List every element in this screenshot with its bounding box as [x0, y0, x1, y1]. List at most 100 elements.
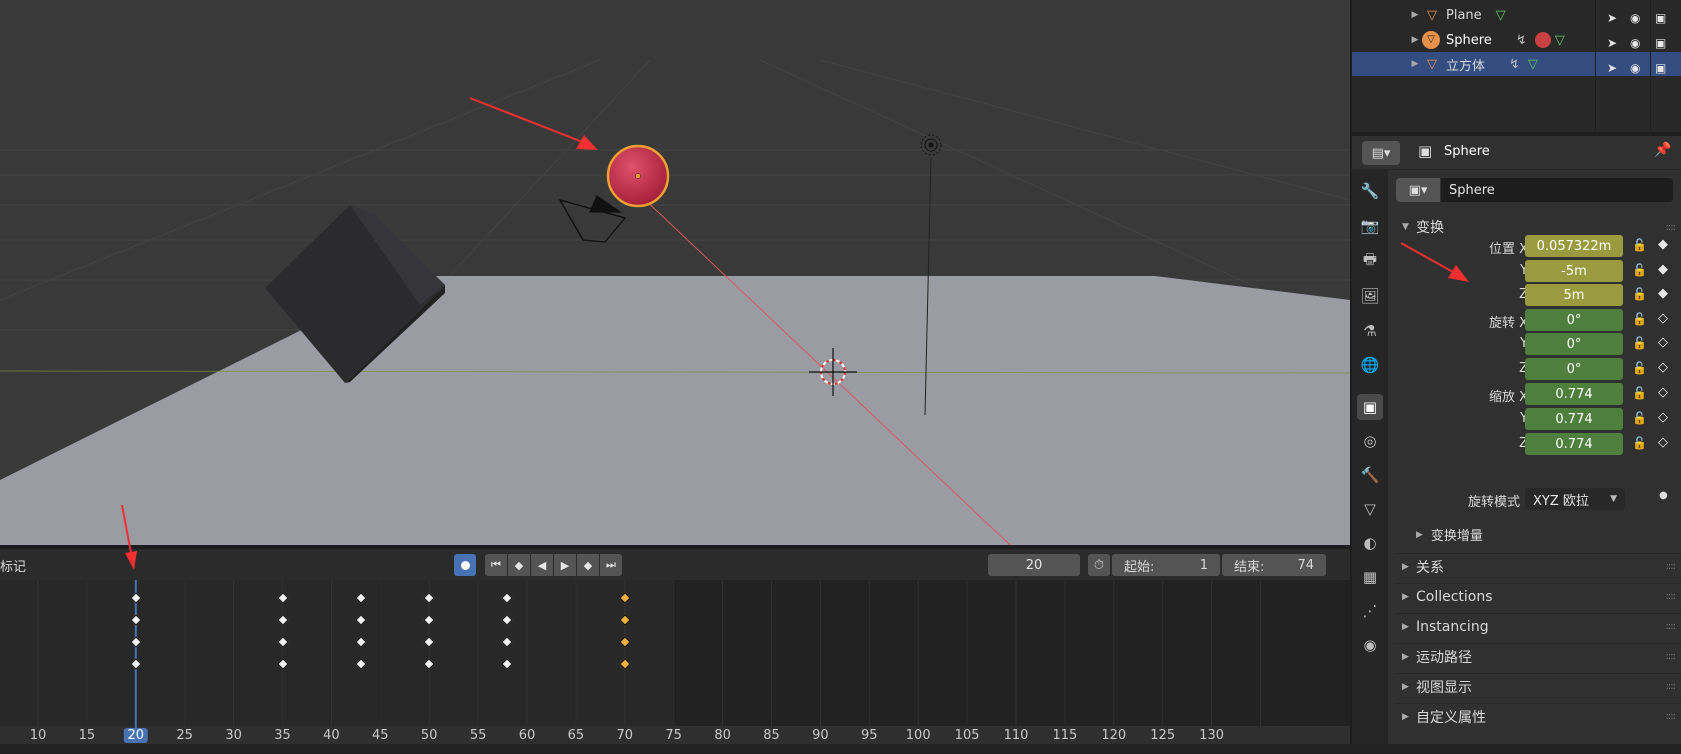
current-frame-field[interactable]: 20	[988, 554, 1080, 576]
timeline-editor[interactable]: 10 15 20 25 30 35 40 45 50 55 60 65 70 75 80 85 90 95 100 1…	[0, 580, 1350, 744]
lock-icon[interactable]: 🔓	[1632, 287, 1647, 301]
tab-modifiers[interactable]: 🔨	[1357, 462, 1383, 488]
keyframe-empty-icon[interactable]: ◇	[1658, 360, 1668, 375]
tab-tool[interactable]: 🔧	[1357, 178, 1383, 204]
drag-grip-icon[interactable]: ::::	[1666, 681, 1677, 692]
eye-icon[interactable]: ◉	[1630, 31, 1640, 56]
keyframe-empty-icon[interactable]: ◇	[1658, 335, 1668, 350]
camera-render-icon[interactable]: ▣	[1655, 31, 1666, 56]
expand-icon[interactable]: ▶	[1408, 10, 1422, 20]
auto-keying-button[interactable]	[454, 554, 476, 576]
tab-mesh-data[interactable]: ▽	[1357, 496, 1383, 522]
location-y-field[interactable]: -5m	[1525, 260, 1623, 282]
lock-icon[interactable]: 🔓	[1632, 263, 1647, 277]
tab-render[interactable]: 📷	[1357, 213, 1383, 239]
object-icon: ▣	[1418, 142, 1433, 160]
collapsed-panel-header[interactable]: ▶ Instancing::::	[1396, 613, 1681, 639]
editor-type-dropdown[interactable]: ▤▾	[1362, 141, 1400, 165]
drag-grip-icon[interactable]: ::::	[1666, 711, 1677, 722]
cursor-arrow-icon[interactable]: ➤	[1607, 6, 1617, 31]
keyframe-empty-icon[interactable]: ◇	[1658, 435, 1668, 450]
rotation-mode-dropdown[interactable]: XYZ 欧拉 ▼	[1525, 488, 1625, 510]
expand-icon[interactable]: ▶	[1408, 35, 1422, 45]
tab-material[interactable]: ◐	[1357, 530, 1383, 556]
tab-physics-constraints[interactable]: ◎	[1357, 428, 1383, 454]
location-x-field[interactable]: 0.057322m	[1525, 235, 1623, 257]
prev-keyframe-button[interactable]: ◆	[508, 554, 530, 576]
rotation-x-label: 旋转 X	[1488, 316, 1528, 331]
drag-grip-icon[interactable]: ::::	[1666, 651, 1677, 662]
frame-number: 60	[518, 728, 536, 743]
tab-object[interactable]: ▣	[1357, 394, 1383, 420]
drag-grip-icon[interactable]: ::::	[1666, 621, 1677, 632]
jump-end-icon: ⏭	[606, 558, 616, 571]
cursor-arrow-icon[interactable]: ➤	[1607, 31, 1617, 56]
lock-icon[interactable]: 🔓	[1632, 361, 1647, 375]
drag-grip-icon[interactable]: ::::	[1666, 561, 1677, 572]
tab-world[interactable]: 🌐	[1357, 352, 1383, 378]
eye-icon[interactable]: ◉	[1630, 56, 1640, 81]
outliner-item-label: 立方体	[1446, 58, 1486, 74]
pin-icon[interactable]: 📌	[1654, 142, 1671, 158]
preview-range-button[interactable]: ⏱	[1088, 554, 1110, 576]
drag-grip-icon[interactable]: ::::	[1666, 591, 1677, 602]
start-frame-field[interactable]: 起始: 1	[1112, 554, 1220, 576]
tab-particles[interactable]: ⋰	[1357, 598, 1383, 624]
jump-end-button[interactable]: ⏭	[600, 554, 622, 576]
tab-view-layer[interactable]: 🖼	[1357, 283, 1383, 309]
tab-scene[interactable]: ⚗	[1357, 318, 1383, 344]
play-button[interactable]: ▶	[554, 554, 576, 576]
lock-icon[interactable]: 🔓	[1632, 312, 1647, 326]
object-type-dropdown[interactable]: ▣▾	[1396, 178, 1440, 202]
render-toggles[interactable]: ▣ ▣ ▣	[1655, 6, 1666, 81]
tab-physics[interactable]: ◉	[1357, 632, 1383, 658]
lock-icon[interactable]: 🔓	[1632, 436, 1647, 450]
keyframe-set-icon[interactable]: ◆	[1658, 237, 1668, 252]
expand-icon: ▶	[1402, 651, 1409, 662]
play-reverse-button[interactable]: ◀	[531, 554, 553, 576]
collapsed-panel-header[interactable]: ▶ 自定义属性::::	[1396, 703, 1681, 729]
tab-texture[interactable]: ▦	[1357, 564, 1383, 590]
location-z-field[interactable]: 5m	[1525, 284, 1623, 306]
start-label: 起始:	[1124, 559, 1155, 575]
keyframe-empty-icon[interactable]: ◇	[1658, 311, 1668, 326]
3d-viewport[interactable]	[0, 0, 1350, 545]
collapsed-panel-header[interactable]: ▶ 视图显示::::	[1396, 673, 1681, 699]
rotation-y-label: Y	[1432, 336, 1528, 351]
selectable-toggles[interactable]: ➤ ➤ ➤	[1607, 6, 1617, 81]
keyframe-empty-icon[interactable]: ◇	[1658, 385, 1668, 400]
camera-render-icon[interactable]: ▣	[1655, 6, 1666, 31]
camera-render-icon[interactable]: ▣	[1655, 56, 1666, 81]
outliner[interactable]: ▶ ▽ Plane ▽ ▶ ▽ Sphere ↯ ▽ ▶ ▽ 立方体 ↯ ▽ ➤…	[1352, 0, 1681, 132]
cursor-arrow-icon[interactable]: ➤	[1607, 56, 1617, 81]
visibility-toggles[interactable]: ◉ ◉ ◉	[1630, 6, 1640, 81]
keyframe-set-icon[interactable]: ◆	[1658, 262, 1668, 277]
marker-menu[interactable]: 标记	[0, 556, 26, 575]
rotation-y-field[interactable]: 0°	[1525, 333, 1623, 355]
collapsed-panel-header[interactable]: ▶ 运动路径::::	[1396, 643, 1681, 669]
properties-tabs: 🔧 📷 🖶 🖼 ⚗ 🌐 ▣ ◎ 🔨 ▽ ◐ ▦ ⋰ ◉	[1352, 170, 1388, 744]
next-keyframe-button[interactable]: ◆	[577, 554, 599, 576]
rotation-x-field[interactable]: 0°	[1525, 309, 1623, 331]
scale-x-field[interactable]: 0.774	[1525, 383, 1623, 405]
drag-grip-icon[interactable]: ::::	[1666, 222, 1677, 233]
object-name-field[interactable]: Sphere	[1441, 178, 1673, 202]
expand-icon[interactable]: ▶	[1408, 59, 1422, 69]
tab-output[interactable]: 🖶	[1357, 248, 1383, 274]
end-frame-field[interactable]: 结束: 74	[1222, 554, 1326, 576]
eye-icon[interactable]: ◉	[1630, 6, 1640, 31]
scale-y-field[interactable]: 0.774	[1525, 408, 1623, 430]
jump-start-button[interactable]: ⏮	[485, 554, 507, 576]
keyframe-set-icon[interactable]: ◆	[1658, 286, 1668, 301]
delta-transform-header[interactable]: ▶ 变换增量	[1416, 525, 1483, 544]
keyframe-empty-icon[interactable]: ◇	[1658, 410, 1668, 425]
lock-icon[interactable]: 🔓	[1632, 336, 1647, 350]
lock-icon[interactable]: 🔓	[1632, 238, 1647, 252]
collapsed-panel-header[interactable]: ▶ 关系::::	[1396, 553, 1681, 579]
lock-icon[interactable]: 🔓	[1632, 411, 1647, 425]
rotation-z-field[interactable]: 0°	[1525, 358, 1623, 380]
collapsed-panel-header[interactable]: ▶ Collections::::	[1396, 583, 1681, 609]
properties-editor[interactable]: ▤▾ ▣ Sphere 📌 🔧 📷 🖶 🖼 ⚗ 🌐 ▣ ◎ 🔨 ▽ ◐ ▦ ⋰ …	[1352, 136, 1681, 744]
lock-icon[interactable]: 🔓	[1632, 386, 1647, 400]
scale-z-field[interactable]: 0.774	[1525, 433, 1623, 455]
